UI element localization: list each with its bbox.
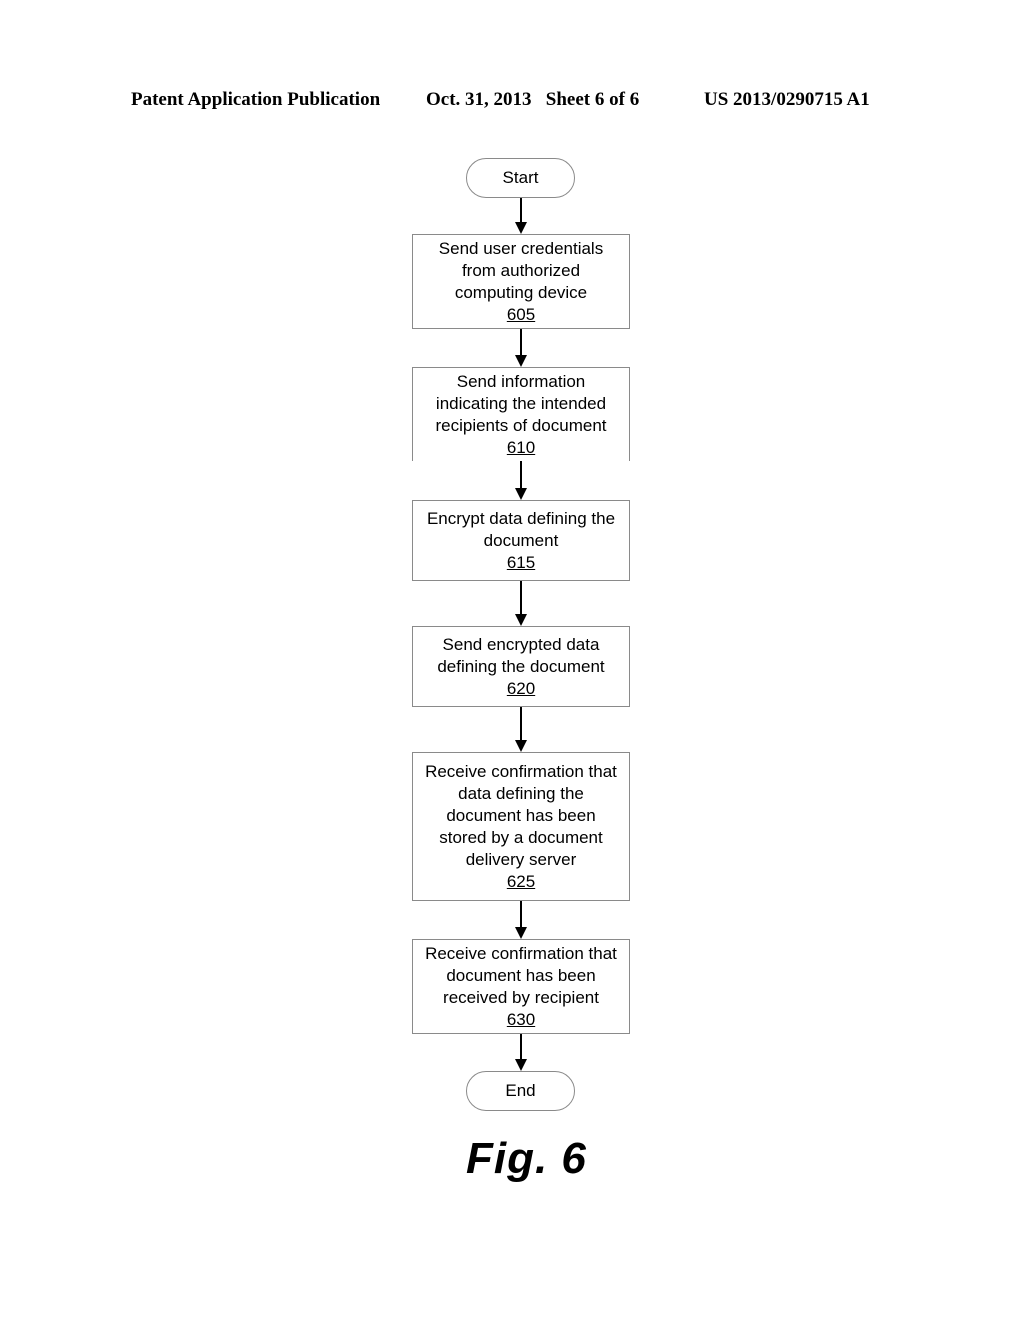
arrowhead-625-630 bbox=[515, 927, 527, 939]
arrow-620-625 bbox=[520, 707, 522, 740]
step-615-line: Encrypt data defining the bbox=[426, 508, 616, 528]
step-610: Send information indicating the intended… bbox=[412, 367, 630, 461]
step-610-line: recipients of document bbox=[435, 415, 607, 435]
step-625-line: data defining the bbox=[458, 783, 584, 803]
arrowhead-620-625 bbox=[515, 740, 527, 752]
step-630-line: document has been bbox=[446, 965, 596, 985]
step-610-line: indicating the intended bbox=[435, 393, 607, 413]
start-label: Start bbox=[502, 168, 539, 187]
arrow-start-605 bbox=[520, 198, 522, 222]
step-605-ref: 605 bbox=[506, 304, 536, 324]
step-630-line: received by recipient bbox=[443, 987, 599, 1007]
step-625: Receive confirmation that data defining … bbox=[412, 752, 630, 901]
arrow-615-620 bbox=[520, 581, 522, 614]
step-625-line: stored by a document bbox=[439, 827, 603, 847]
arrowhead-610-615 bbox=[515, 488, 527, 500]
step-630: Receive confirmation that document has b… bbox=[412, 939, 630, 1034]
end-terminal: End bbox=[466, 1071, 575, 1111]
arrowhead-605-610 bbox=[515, 355, 527, 367]
step-630-ref: 630 bbox=[506, 1009, 536, 1029]
step-610-line: Send information bbox=[456, 371, 586, 391]
publication-date-sheet: Oct. 31, 2013 Sheet 6 of 6 bbox=[426, 89, 640, 110]
step-630-line: Receive confirmation that bbox=[425, 943, 617, 963]
arrowhead-615-620 bbox=[515, 614, 527, 626]
step-625-ref: 625 bbox=[506, 871, 536, 891]
step-625-line: delivery server bbox=[465, 849, 577, 869]
start-terminal: Start bbox=[466, 158, 575, 198]
figure-label: Fig. 6 bbox=[466, 1134, 587, 1183]
step-615: Encrypt data defining the document 615 bbox=[412, 500, 630, 581]
arrow-630-end bbox=[520, 1034, 522, 1059]
step-620-ref: 620 bbox=[506, 678, 536, 698]
end-label: End bbox=[505, 1081, 536, 1100]
step-615-ref: 615 bbox=[506, 552, 536, 572]
step-620-line: Send encrypted data bbox=[442, 634, 600, 654]
arrow-625-630 bbox=[520, 901, 522, 927]
step-625-line: document has been bbox=[446, 805, 596, 825]
step-610-ref: 610 bbox=[506, 437, 536, 457]
step-605-line: Send user credentials bbox=[438, 238, 604, 258]
step-615-line: document bbox=[483, 530, 559, 550]
step-620-line: defining the document bbox=[437, 656, 605, 676]
step-605-line: from authorized bbox=[461, 260, 581, 280]
arrowhead-630-end bbox=[515, 1059, 527, 1071]
publication-number: US 2013/0290715 A1 bbox=[704, 89, 870, 110]
arrow-605-610 bbox=[520, 329, 522, 355]
arrow-610-615 bbox=[520, 461, 522, 488]
step-605: Send user credentials from authorized co… bbox=[412, 234, 630, 329]
step-625-line: Receive confirmation that bbox=[425, 761, 617, 781]
arrowhead-start-605 bbox=[515, 222, 527, 234]
step-620: Send encrypted data defining the documen… bbox=[412, 626, 630, 707]
step-605-line: computing device bbox=[454, 282, 588, 302]
publication-type: Patent Application Publication bbox=[131, 89, 381, 110]
